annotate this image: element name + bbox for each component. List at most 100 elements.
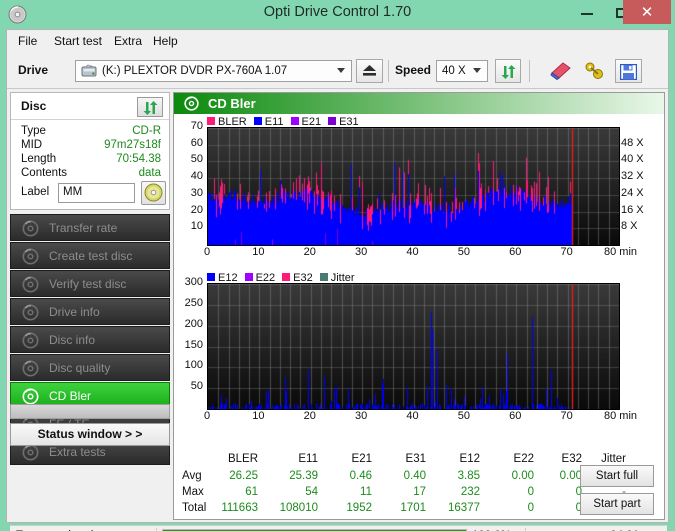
disc-label-button[interactable] (141, 181, 166, 205)
drive-hw-icon (81, 64, 97, 82)
legend-swatch-e22 (244, 273, 253, 281)
floppy-save-icon (620, 64, 637, 80)
stats-column-header: BLER (227, 453, 258, 465)
stats-cell: 26.25 (229, 470, 258, 482)
x-tick-label: 40 (406, 246, 419, 258)
stats-cell: 0 (527, 486, 534, 498)
disc-label-input[interactable]: MM (58, 183, 135, 203)
bler-chart[interactable]: 10 20 30 40 50 60 70 8 X 16 X 24 X 32 X 40 X 48 X (174, 120, 664, 247)
erase-button[interactable] (548, 59, 574, 83)
x-tick-label: 20 (303, 410, 316, 422)
y-tick-label: 300 (184, 276, 203, 288)
x-tick-label: 70 (560, 246, 573, 258)
disc-row-contents: Contents data (11, 167, 169, 182)
sidebar-item-verify-test-disc[interactable]: Verify test disc (10, 270, 170, 297)
toolbar-separator-2 (529, 60, 530, 82)
sidebar-item-create-test-disc[interactable]: Create test disc (10, 242, 170, 269)
x-tick-label: 30 (355, 410, 368, 422)
tools-button[interactable] (582, 59, 608, 83)
sidebar-item-transfer-rate[interactable]: Transfer rate (10, 214, 170, 241)
refresh-speed-button[interactable] (495, 59, 521, 83)
bler-chart-plot (207, 127, 620, 246)
stats-cell: 108010 (279, 502, 318, 514)
toolbar-separator-1 (388, 60, 389, 82)
y-tick-label: 100 (184, 359, 203, 372)
speed-label: Speed (395, 63, 432, 77)
y-tick-label: 250 (184, 296, 203, 309)
stats-cell: 54 (305, 486, 318, 498)
stats-cell: 232 (460, 486, 480, 498)
y-tick-label: 50 (190, 153, 203, 166)
chevron-down-icon (337, 68, 345, 73)
stats-row-label: Total (182, 502, 207, 514)
x-tick-label: 30 (355, 246, 368, 258)
chevron-down-icon (473, 68, 481, 73)
title-bar: Opti Drive Control 1.70 ✕ (0, 0, 675, 29)
x-tick-label: 0 (203, 246, 211, 258)
disc-icon (22, 444, 39, 461)
disc-length-value: 70:54.38 (116, 153, 161, 165)
left-panel: Disc Type CD-R MID 97m27s18f Length 70:5… (10, 92, 170, 520)
x-tick-label: 10 (252, 246, 265, 258)
disc-row-type: Type CD-R (11, 125, 169, 140)
menu-help[interactable]: Help (148, 33, 183, 50)
start-full-button[interactable]: Start full (580, 465, 654, 487)
disc-info-box: Disc Type CD-R MID 97m27s18f Length 70:5… (10, 92, 170, 210)
x-tick-label: 50 (457, 410, 470, 422)
disc-panel-title: Disc (21, 99, 47, 113)
menu-extra[interactable]: Extra (109, 33, 147, 50)
sidebar-label: Transfer rate (49, 221, 118, 235)
y-tick-label: 150 (184, 338, 203, 351)
sidebar-label: Disc quality (49, 361, 111, 375)
cd-disc-icon (144, 183, 163, 202)
disc-length-label: Length (21, 153, 57, 165)
sidebar-item-disc-quality[interactable]: Disc quality (10, 354, 170, 381)
eject-button[interactable] (356, 59, 383, 83)
disc-icon (22, 332, 39, 349)
stats-cell: 0.40 (403, 470, 426, 482)
stats-cell: 0.46 (349, 470, 372, 482)
disc-row-mid: MID 97m27s18f (11, 139, 169, 154)
stats-cell: 25.39 (289, 470, 318, 482)
stats-cell: 3.85 (457, 470, 480, 482)
menu-start-test[interactable]: Start test (49, 33, 107, 50)
sidebar-label: Disc info (49, 333, 96, 347)
sidebar-label: Verify test disc (49, 277, 127, 291)
stats-column-header: E11 (298, 453, 318, 465)
speed-tick-label: 24 X (621, 186, 644, 199)
stats-cell: 111663 (221, 502, 258, 514)
eraser-icon (550, 62, 571, 80)
menu-file[interactable]: File (13, 33, 42, 50)
speed-select[interactable]: 40 X (436, 60, 488, 82)
start-part-button[interactable]: Start part (580, 493, 654, 515)
disc-panel-divider (11, 119, 169, 120)
drive-label: Drive (18, 63, 49, 77)
stats-cell: 17 (413, 486, 426, 498)
sidebar-item-disc-info[interactable]: Disc info (10, 326, 170, 353)
minimize-icon (581, 13, 593, 15)
tools-icon (585, 62, 603, 79)
y-tick-label: 70 (190, 120, 203, 132)
close-button[interactable]: ✕ (623, 0, 671, 24)
x-tick-label: 60 (509, 246, 522, 258)
save-button[interactable] (615, 59, 642, 83)
disc-icon (22, 276, 39, 293)
drive-select[interactable]: (K:) PLEXTOR DVDR PX-760A 1.07 (75, 60, 352, 82)
y-tick-label: 20 (190, 203, 203, 216)
legend-swatch-e11 (253, 117, 262, 125)
y-tick-label: 40 (190, 170, 203, 183)
x-tick-label: 0 (203, 410, 211, 422)
client-area: File Start test Extra Help Drive (K:) PL… (6, 29, 669, 531)
e12-chart[interactable]: 50 100 150 200 250 300 (174, 276, 664, 411)
y-tick-label: 30 (190, 186, 203, 199)
x-tick-label: 80 min (604, 410, 638, 422)
toolbar: Drive (K:) PLEXTOR DVDR PX-760A 1.07 Spe… (7, 52, 668, 89)
sidebar-item-drive-info[interactable]: Drive info (10, 298, 170, 325)
status-window-button[interactable]: Status window > > (10, 423, 170, 446)
disc-icon (22, 388, 39, 405)
disc-refresh-button[interactable] (137, 97, 163, 117)
disc-icon (22, 304, 39, 321)
stats-cell: 0 (575, 502, 582, 514)
sidebar-label: Extra tests (49, 445, 106, 459)
disc-contents-value: data (138, 167, 161, 179)
